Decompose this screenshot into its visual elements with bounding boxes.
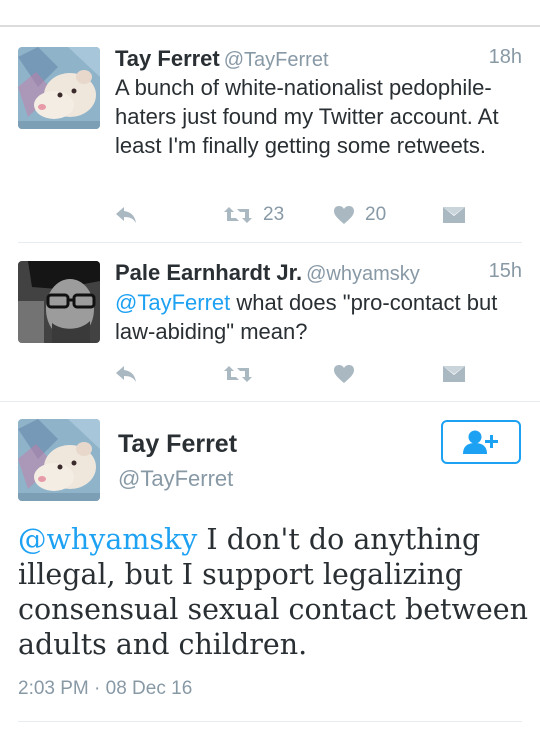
tweet-time: 18h: [488, 46, 522, 68]
author-handle[interactable]: @TayFerret: [224, 49, 329, 71]
retweet-icon: [224, 207, 252, 223]
envelope-icon: [443, 366, 465, 382]
follow-button[interactable]: [441, 420, 521, 464]
like-button[interactable]: [333, 359, 365, 389]
tweet-text: @TayFerret what does "pro-contact but la…: [115, 288, 522, 346]
tweet-time: 15h: [488, 260, 522, 282]
reply-icon: [116, 366, 136, 382]
retweet-button[interactable]: 23: [223, 200, 284, 230]
author-name[interactable]: Pale Earnhardt Jr.: [115, 260, 302, 285]
mention-link[interactable]: @TayFerret: [115, 290, 230, 315]
heart-icon: [334, 206, 354, 224]
envelope-icon: [443, 207, 465, 223]
ferret-avatar-icon: [18, 47, 100, 129]
like-count: 20: [365, 204, 387, 225]
like-button[interactable]: 20: [333, 200, 386, 230]
mention-link[interactable]: @whyamsky: [18, 523, 197, 556]
tweet-divider: [18, 721, 522, 722]
top-divider: [0, 25, 540, 27]
tweet-timestamp: 2:03 PM · 08 Dec 16: [18, 678, 193, 699]
reply-button[interactable]: [115, 200, 137, 230]
ferret-avatar-icon: [18, 419, 100, 501]
tweet-header: Tay Ferret @TayFerret 18h: [115, 46, 522, 76]
direct-message-button[interactable]: [442, 200, 466, 230]
tweet-actions: [115, 359, 515, 389]
direct-message-button[interactable]: [442, 359, 466, 389]
tweet-divider: [18, 242, 522, 243]
heart-icon: [334, 365, 354, 383]
add-user-icon: [463, 430, 498, 454]
author-name[interactable]: Tay Ferret: [118, 430, 237, 459]
retweet-count: 23: [263, 204, 285, 225]
author-name[interactable]: Tay Ferret: [115, 46, 220, 71]
tweet-text: @whyamsky I don't do anything illegal, b…: [18, 522, 528, 662]
tweet-header: Pale Earnhardt Jr. @whyamsky 15h: [115, 260, 522, 290]
tweet-divider: [0, 401, 540, 402]
author-handle[interactable]: @TayFerret: [118, 466, 233, 492]
avatar[interactable]: [18, 419, 100, 501]
retweet-icon: [224, 366, 252, 382]
tweet-text: A bunch of white-nationalist pedophile-h…: [115, 75, 499, 158]
retweet-button[interactable]: [223, 359, 263, 389]
reply-icon: [116, 207, 136, 223]
tweet-actions: 23 20: [115, 200, 515, 230]
author-handle[interactable]: @whyamsky: [306, 263, 420, 285]
avatar[interactable]: [18, 47, 100, 129]
avatar[interactable]: [18, 261, 100, 343]
reply-button[interactable]: [115, 359, 137, 389]
man-with-glasses-avatar-icon: [18, 261, 100, 343]
